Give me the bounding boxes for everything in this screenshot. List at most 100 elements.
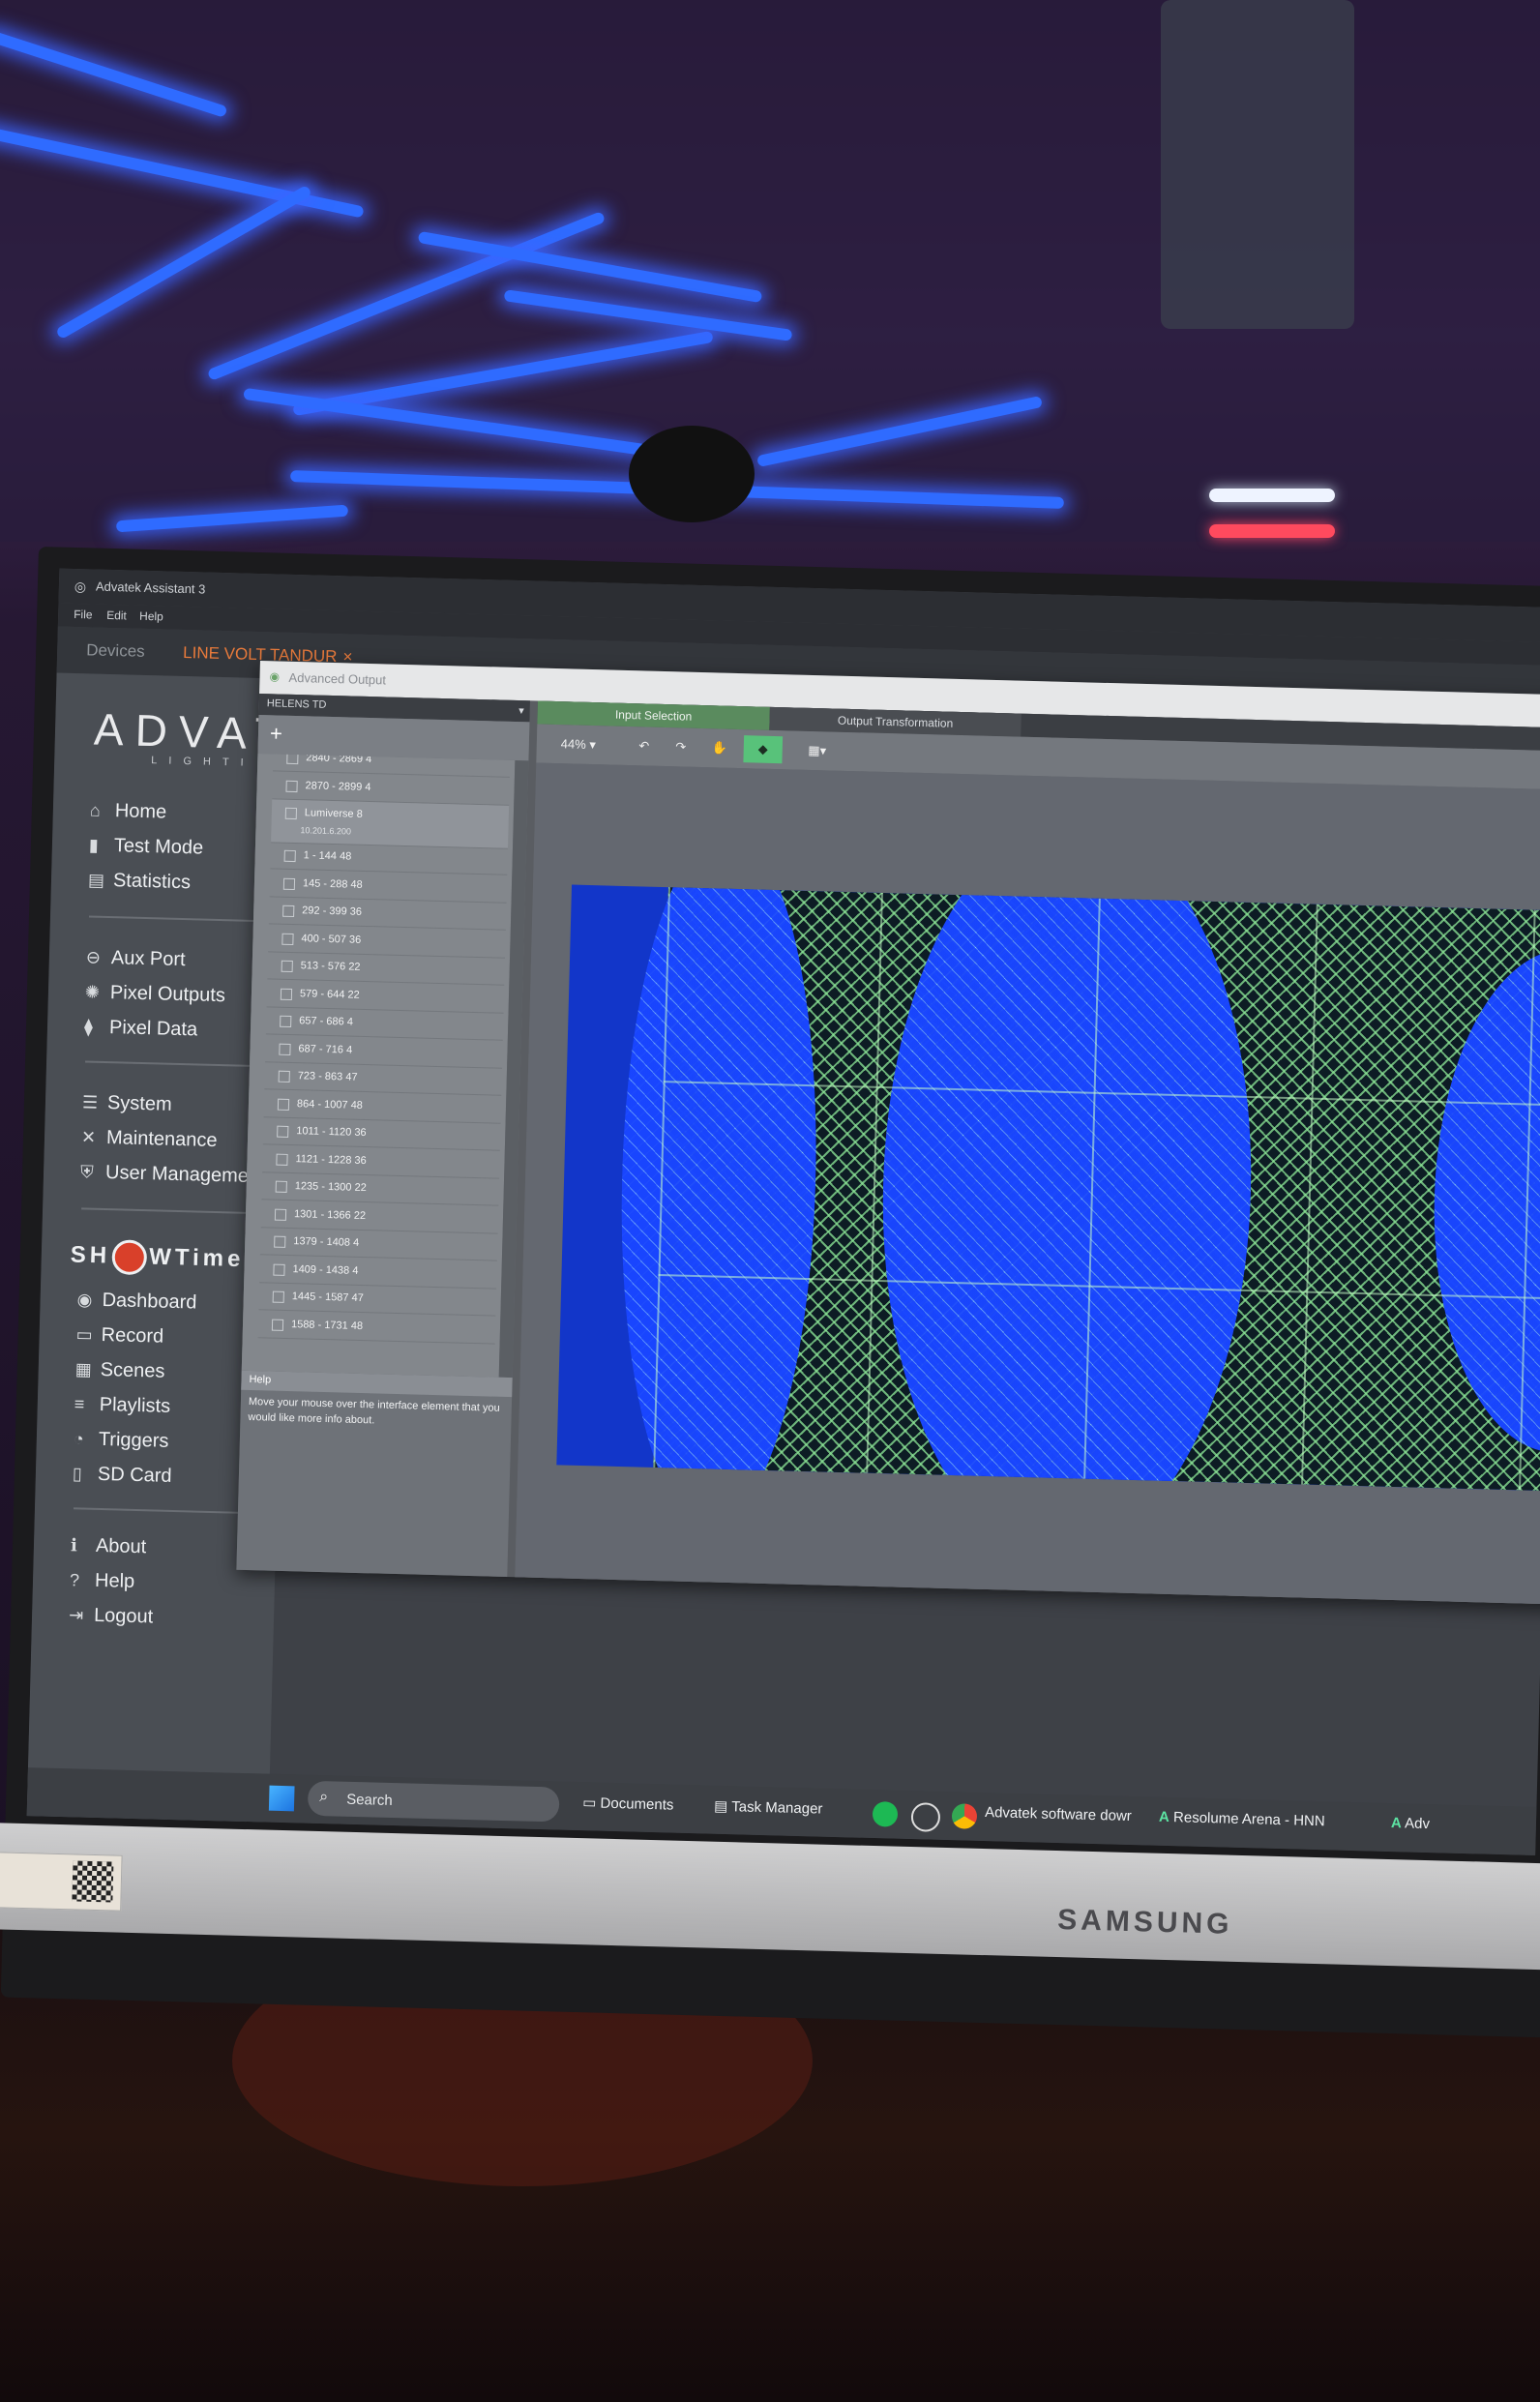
taskbar-search[interactable]: ⌕ Search bbox=[307, 1780, 560, 1823]
sidebar-item-label: Logout bbox=[93, 1604, 154, 1628]
obs-icon[interactable] bbox=[910, 1802, 941, 1832]
mapping-pane: Input Selection Output Transformation 44… bbox=[515, 700, 1540, 1605]
preview-canvas[interactable] bbox=[515, 762, 1540, 1605]
help-panel: Help Move your mouse over the interface … bbox=[236, 1370, 513, 1578]
taskbar-label: Resolume Arena - HNN bbox=[1172, 1809, 1325, 1830]
sidebar-item-pixel-data[interactable]: ⧫ Pixel Data bbox=[84, 1016, 198, 1041]
taskbar-documents[interactable]: ▭ Documents bbox=[582, 1794, 674, 1813]
pixel-outputs-icon: ✺ bbox=[84, 982, 101, 1002]
info-icon: ℹ bbox=[70, 1535, 78, 1556]
expand-icon[interactable] bbox=[282, 877, 296, 890]
sidebar-item-record[interactable]: ▭ Record bbox=[75, 1323, 163, 1348]
system-icon: ☰ bbox=[81, 1092, 99, 1112]
grid-icon[interactable]: ▦▾ bbox=[795, 737, 839, 765]
sidebar-item-label: Statistics bbox=[112, 870, 192, 894]
expand-icon[interactable] bbox=[273, 1263, 285, 1276]
expand-icon[interactable] bbox=[280, 1015, 292, 1028]
menu-file[interactable]: File bbox=[74, 608, 93, 622]
dashboard-icon: ◉ bbox=[76, 1290, 93, 1310]
expand-icon[interactable] bbox=[284, 807, 298, 820]
sidebar-item-about[interactable]: ℹ About bbox=[71, 1534, 147, 1558]
output-tree-list: 2840 - 2869 4 2870 - 2899 4 Lumiverse 8 10.… bbox=[241, 754, 516, 1378]
menu-edit[interactable]: Edit bbox=[106, 608, 127, 623]
sidebar-item-pixel-outputs[interactable]: ✺ Pixel Outputs bbox=[84, 981, 225, 1007]
taskbar-task-manager[interactable]: ▤ Task Manager bbox=[714, 1797, 823, 1818]
asset-sticker bbox=[0, 1851, 123, 1912]
hand-icon[interactable]: ✋ bbox=[702, 734, 736, 762]
tree-row-ip: 10.201.6.200 bbox=[300, 825, 352, 837]
sidebar-item-maintenance[interactable]: ✕ Maintenance bbox=[81, 1126, 218, 1152]
expand-icon[interactable] bbox=[274, 1208, 287, 1221]
expand-icon[interactable] bbox=[277, 1125, 289, 1138]
expand-icon[interactable] bbox=[281, 960, 293, 973]
sidebar-item-label: Playlists bbox=[99, 1393, 171, 1417]
sidebar-item-logout[interactable]: ⇥ Logout bbox=[69, 1604, 154, 1628]
advanced-output-window: ◉ Advanced Output HELENS TD ▾ + 2840 - 2… bbox=[236, 661, 1540, 1605]
select-tool-icon[interactable]: ◆ bbox=[743, 735, 784, 764]
tree-group-row[interactable]: Lumiverse 8 10.201.6.200 bbox=[271, 799, 510, 849]
sidebar-item-scenes[interactable]: ▦ Scenes bbox=[74, 1358, 164, 1382]
sidebar-item-triggers[interactable]: ◔ Triggers bbox=[74, 1428, 169, 1453]
zoom-select[interactable]: 44% ▾ bbox=[544, 730, 612, 759]
sidebar-item-home[interactable]: ⌂ Home bbox=[90, 799, 167, 823]
expand-icon[interactable] bbox=[283, 849, 296, 863]
tree-row-label: 1588 - 1731 48 bbox=[290, 1318, 364, 1332]
sidebar-item-aux-port[interactable]: ⊖ Aux Port bbox=[86, 946, 186, 971]
sidebar-item-user-management[interactable]: ⛨ User Manageme bbox=[80, 1161, 249, 1188]
tree-row-label: 579 - 644 22 bbox=[299, 987, 360, 1001]
tree-row-label: Lumiverse 8 bbox=[304, 807, 363, 820]
tree-row-label: 1301 - 1366 22 bbox=[293, 1207, 367, 1222]
output-tree-panel: HELENS TD ▾ + 2840 - 2869 4 2870 - 2899 4… bbox=[241, 694, 531, 1379]
expand-icon[interactable] bbox=[275, 1180, 287, 1193]
tree-row-label: 687 - 716 4 bbox=[298, 1042, 353, 1056]
redo-icon[interactable]: ↷ bbox=[666, 733, 696, 761]
undo-icon[interactable]: ↶ bbox=[629, 732, 659, 760]
aux-port-icon: ⊖ bbox=[85, 947, 102, 967]
logout-icon: ⇥ bbox=[68, 1605, 84, 1625]
test-mode-icon: ▮ bbox=[88, 835, 100, 855]
sd-card-icon: ▯ bbox=[72, 1464, 83, 1484]
spotify-icon[interactable] bbox=[872, 1801, 899, 1827]
taskbar-label: Task Manager bbox=[731, 1798, 823, 1818]
pixel-data-icon: ⧫ bbox=[83, 1017, 94, 1037]
expand-icon[interactable] bbox=[272, 1290, 284, 1303]
sidebar-item-system[interactable]: ☰ System bbox=[82, 1091, 172, 1115]
sidebar-item-statistics[interactable]: ▤ Statistics bbox=[88, 869, 192, 894]
chrome-icon[interactable] bbox=[951, 1803, 978, 1829]
expand-icon[interactable] bbox=[281, 933, 294, 945]
sidebar-item-label: Aux Port bbox=[110, 947, 186, 971]
tab-devices[interactable]: Devices bbox=[86, 640, 145, 662]
taskbar-chrome-window[interactable]: Advatek software dowr bbox=[985, 1804, 1132, 1824]
expand-icon[interactable] bbox=[274, 1235, 286, 1248]
sidebar-item-label: SD Card bbox=[97, 1463, 172, 1487]
ceiling-red-light bbox=[1209, 524, 1335, 538]
expand-icon[interactable] bbox=[277, 1098, 290, 1111]
expand-icon[interactable] bbox=[271, 1319, 284, 1331]
menu-help[interactable]: Help bbox=[139, 609, 163, 624]
sidebar-item-test-mode[interactable]: ▮ Test Mode bbox=[89, 834, 204, 859]
sidebar-item-label: About bbox=[95, 1534, 147, 1558]
sidebar-item-playlists[interactable]: ≡ Playlists bbox=[74, 1393, 171, 1418]
expand-icon[interactable] bbox=[278, 1070, 290, 1082]
sidebar-item-help[interactable]: ? Help bbox=[70, 1569, 135, 1593]
taskbar-resolume[interactable]: A Resolume Arena - HNN bbox=[1159, 1809, 1325, 1829]
expand-icon[interactable] bbox=[276, 1153, 288, 1166]
taskbar-advatek[interactable]: A Adv bbox=[1391, 1815, 1430, 1832]
expand-icon[interactable] bbox=[286, 754, 299, 765]
expand-icon[interactable] bbox=[280, 988, 293, 1000]
tree-row-label: 2870 - 2899 4 bbox=[305, 779, 371, 793]
add-button[interactable]: + bbox=[270, 721, 283, 746]
monitor-brand: SAMSUNG bbox=[1056, 1904, 1233, 1941]
tree-row-label: 145 - 288 48 bbox=[302, 876, 363, 891]
app-icon: ◎ bbox=[74, 578, 87, 595]
advatek-logo-sub: LIGHTI bbox=[151, 755, 255, 769]
expand-icon[interactable] bbox=[282, 904, 295, 918]
expand-icon[interactable] bbox=[279, 1043, 291, 1055]
sidebar-item-dashboard[interactable]: ◉ Dashboard bbox=[76, 1289, 196, 1314]
sidebar-item-sd-card[interactable]: ▯ SD Card bbox=[73, 1463, 172, 1488]
expand-icon[interactable] bbox=[285, 780, 298, 792]
tree-row[interactable]: 1588 - 1731 48 bbox=[257, 1310, 496, 1345]
sidebar-item-label: Home bbox=[114, 800, 167, 823]
screen: ◎ Advatek Assistant 3 File Edit Help Dev… bbox=[26, 568, 1540, 1855]
windows-start-icon[interactable] bbox=[268, 1785, 295, 1812]
